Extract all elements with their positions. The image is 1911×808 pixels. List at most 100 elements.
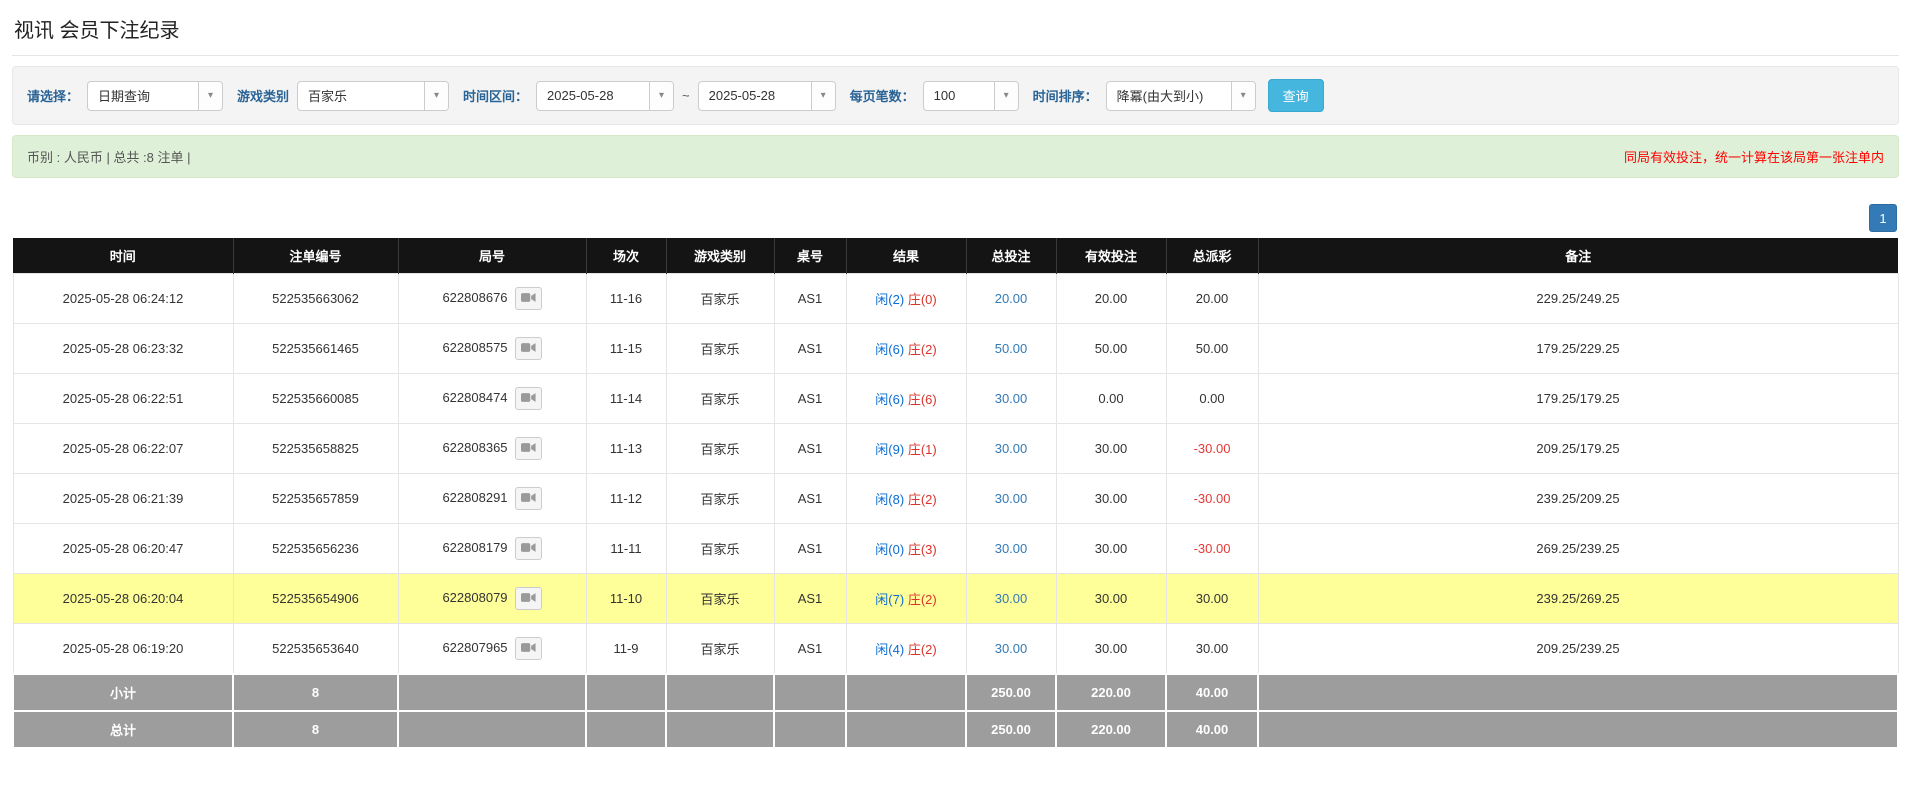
cell-total-bet: 30.00 <box>966 624 1056 675</box>
column-header: 局号 <box>398 238 586 274</box>
sort-order-select[interactable]: 降冪(由大到小) ▾ <box>1106 81 1256 111</box>
video-camera-icon <box>521 441 536 456</box>
total-bet-link[interactable]: 30.00 <box>995 591 1028 606</box>
chevron-down-icon: ▾ <box>994 82 1018 110</box>
cell-round-id: 622808676 <box>398 274 586 324</box>
page-size-value: 100 <box>924 82 994 110</box>
footer-cell <box>586 674 666 711</box>
video-camera-icon <box>521 391 536 406</box>
result-banker: 庄(2) <box>908 342 937 357</box>
cell-remark: 209.25/179.25 <box>1258 424 1898 474</box>
cell-session: 11-15 <box>586 324 666 374</box>
page-size-label: 每页笔数： <box>850 86 915 105</box>
query-type-select[interactable]: 日期查询 ▾ <box>87 81 223 111</box>
cell-time: 2025-05-28 06:19:20 <box>13 624 233 675</box>
cell-result: 闲(2) 庄(0) <box>846 274 966 324</box>
valid-bet-notice: 同局有效投注，统一计算在该局第一张注单内 <box>1624 147 1884 166</box>
column-header: 总派彩 <box>1166 238 1258 274</box>
footer-cell <box>586 711 666 748</box>
footer-cell: 250.00 <box>966 711 1056 748</box>
cell-time: 2025-05-28 06:20:47 <box>13 524 233 574</box>
pagination: 1 <box>12 204 1897 232</box>
cell-table-no: AS1 <box>774 424 846 474</box>
footer-cell: 40.00 <box>1166 711 1258 748</box>
total-bet-link[interactable]: 30.00 <box>995 641 1028 656</box>
cell-time: 2025-05-28 06:24:12 <box>13 274 233 324</box>
cell-total-bet: 30.00 <box>966 524 1056 574</box>
video-replay-button[interactable] <box>515 387 542 410</box>
round-id-text: 622808179 <box>442 540 507 555</box>
total-bet-link[interactable]: 30.00 <box>995 441 1028 456</box>
video-replay-button[interactable] <box>515 637 542 660</box>
pagination-page-1-button[interactable]: 1 <box>1869 204 1897 232</box>
round-id-text: 622807965 <box>442 640 507 655</box>
footer-cell <box>1258 674 1898 711</box>
video-replay-button[interactable] <box>515 437 542 460</box>
column-header: 场次 <box>586 238 666 274</box>
footer-cell <box>774 711 846 748</box>
video-replay-button[interactable] <box>515 287 542 310</box>
video-replay-button[interactable] <box>515 487 542 510</box>
page-title: 视讯 会员下注纪录 <box>12 10 1899 56</box>
page-size-select[interactable]: 100 ▾ <box>923 81 1019 111</box>
round-id-text: 622808291 <box>442 490 507 505</box>
result-banker: 庄(1) <box>908 442 937 457</box>
footer-cell: 小计 <box>13 674 233 711</box>
cell-payout: -30.00 <box>1166 474 1258 524</box>
column-header: 游戏类别 <box>666 238 774 274</box>
cell-total-bet: 30.00 <box>966 474 1056 524</box>
video-camera-icon <box>521 641 536 656</box>
cell-round-id: 622807965 <box>398 624 586 675</box>
game-type-select[interactable]: 百家乐 ▾ <box>297 81 449 111</box>
cell-result: 闲(8) 庄(2) <box>846 474 966 524</box>
search-button[interactable]: 查询 <box>1268 79 1324 112</box>
video-replay-button[interactable] <box>515 337 542 360</box>
result-player: 闲(6) <box>875 392 904 407</box>
cell-session: 11-9 <box>586 624 666 675</box>
total-bet-link[interactable]: 50.00 <box>995 341 1028 356</box>
footer-cell <box>846 711 966 748</box>
cell-payout: 0.00 <box>1166 374 1258 424</box>
cell-bet-id: 522535660085 <box>233 374 398 424</box>
column-header: 结果 <box>846 238 966 274</box>
chevron-down-icon: ▾ <box>649 82 673 110</box>
result-banker: 庄(3) <box>908 542 937 557</box>
cell-table-no: AS1 <box>774 574 846 624</box>
date-to-select[interactable]: 2025-05-28 ▾ <box>698 81 836 111</box>
cell-round-id: 622808365 <box>398 424 586 474</box>
cell-remark: 179.25/179.25 <box>1258 374 1898 424</box>
filter-bar: 请选择： 日期查询 ▾ 游戏类别 百家乐 ▾ 时间区间： 2025-05-28 … <box>12 66 1899 125</box>
cell-bet-id: 522535654906 <box>233 574 398 624</box>
total-bet-link[interactable]: 30.00 <box>995 391 1028 406</box>
cell-game-type: 百家乐 <box>666 374 774 424</box>
cell-remark: 269.25/239.25 <box>1258 524 1898 574</box>
total-row: 总计8250.00220.0040.00 <box>13 711 1898 748</box>
total-bet-link[interactable]: 20.00 <box>995 291 1028 306</box>
result-player: 闲(4) <box>875 642 904 657</box>
video-replay-button[interactable] <box>515 537 542 560</box>
table-row: 2025-05-28 06:21:39522535657859622808291… <box>13 474 1898 524</box>
cell-round-id: 622808474 <box>398 374 586 424</box>
result-player: 闲(8) <box>875 492 904 507</box>
cell-payout: 30.00 <box>1166 624 1258 675</box>
cell-payout: -30.00 <box>1166 524 1258 574</box>
total-bet-link[interactable]: 30.00 <box>995 491 1028 506</box>
column-header: 时间 <box>13 238 233 274</box>
subtotal-row: 小计8250.00220.0040.00 <box>13 674 1898 711</box>
footer-cell: 8 <box>233 674 398 711</box>
footer-cell <box>666 711 774 748</box>
cell-game-type: 百家乐 <box>666 474 774 524</box>
video-camera-icon <box>521 341 536 356</box>
total-bet-link[interactable]: 30.00 <box>995 541 1028 556</box>
cell-table-no: AS1 <box>774 324 846 374</box>
date-from-select[interactable]: 2025-05-28 ▾ <box>536 81 674 111</box>
round-id-text: 622808474 <box>442 390 507 405</box>
video-replay-button[interactable] <box>515 587 542 610</box>
cell-result: 闲(7) 庄(2) <box>846 574 966 624</box>
date-to-value: 2025-05-28 <box>699 82 811 110</box>
cell-game-type: 百家乐 <box>666 624 774 675</box>
video-camera-icon <box>521 491 536 506</box>
cell-game-type: 百家乐 <box>666 324 774 374</box>
footer-cell <box>846 674 966 711</box>
table-header-row: 时间注单编号局号场次游戏类别桌号结果总投注有效投注总派彩备注 <box>13 238 1898 274</box>
